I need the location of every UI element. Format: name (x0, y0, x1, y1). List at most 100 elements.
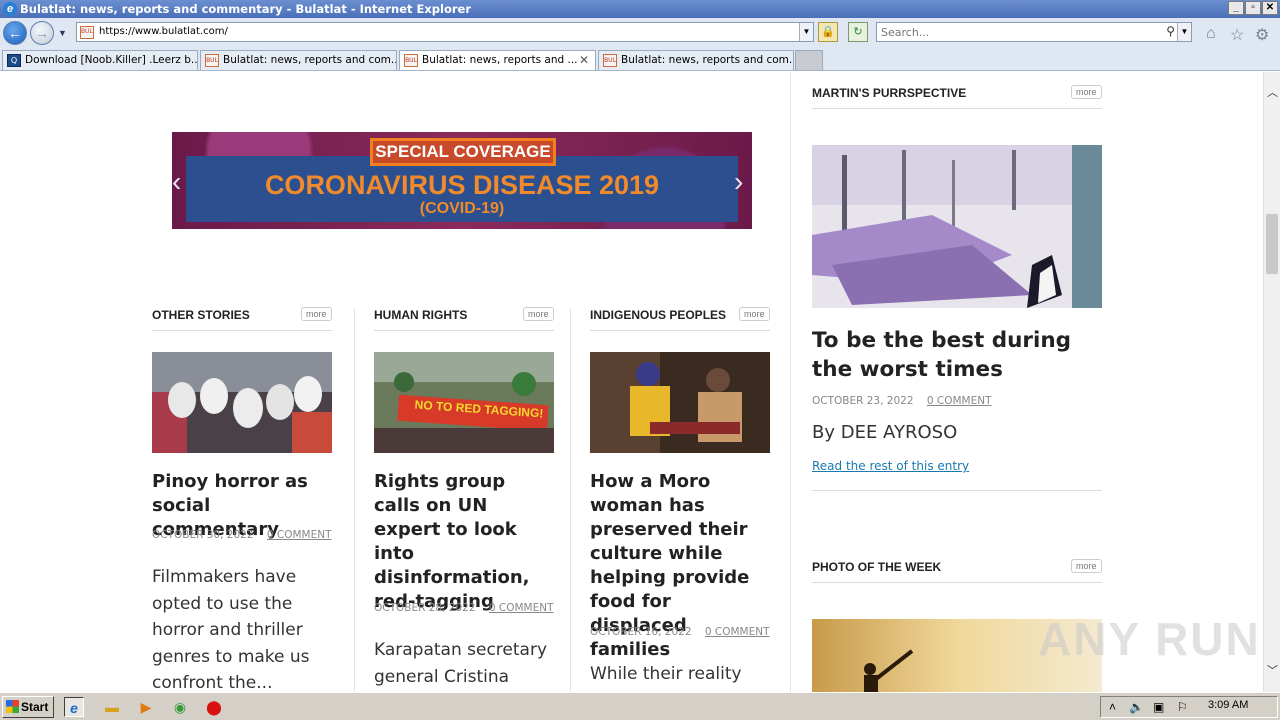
story-image-moro-woman[interactable] (590, 352, 770, 453)
restore-button[interactable]: ▫ (1245, 1, 1261, 15)
story-date: OCTOBER 30, 2022 (152, 529, 254, 541)
favorites-star-icon[interactable]: ☆ (1230, 25, 1244, 45)
story-excerpt: While their reality (590, 664, 742, 684)
tray-expand-icon[interactable]: ˄ (1109, 700, 1116, 714)
story-comments-link[interactable]: 0 COMMENT (267, 529, 332, 541)
tab-strip: Q Download [Noob.Killer] .Leerz b... BUL… (0, 48, 1280, 71)
refresh-icon[interactable]: ↻ (848, 22, 868, 42)
history-dropdown-icon[interactable]: ▼ (58, 28, 67, 38)
penguin-cartoon-image (812, 145, 1102, 308)
more-button[interactable]: more (1071, 559, 1102, 573)
section-rule (812, 582, 1102, 583)
taskbar-media-player-icon[interactable]: ▶ (136, 697, 156, 717)
story-date: OCTOBER 23, 2022 (812, 395, 914, 407)
forward-button[interactable]: → (30, 21, 54, 45)
more-button[interactable]: more (739, 307, 770, 321)
sidebar-divider (790, 72, 791, 692)
tab-label: Bulatlat: news, reports and com... (621, 54, 794, 66)
story-excerpt: Filmmakers have opted to use the horror … (152, 567, 310, 692)
url-text[interactable]: https://www.bulatlat.com/ (99, 26, 228, 37)
site-favicon-icon: BUL (603, 54, 617, 67)
action-center-flag-icon[interactable]: ⚐ (1177, 700, 1188, 714)
read-more-link[interactable]: Read the rest of this entry (812, 459, 969, 473)
more-button[interactable]: more (301, 307, 332, 321)
start-label: Start (21, 700, 49, 714)
story-meta: OCTOBER 30, 2022 0 COMMENT (152, 530, 332, 541)
story-image-horror[interactable] (152, 352, 332, 453)
story-date: OCTOBER 16, 2022 (590, 626, 692, 638)
scroll-down-icon[interactable]: ﹀ (1267, 662, 1278, 678)
story-comments-link[interactable]: 0 COMMENT (927, 395, 992, 407)
banner-prev-arrow-icon[interactable]: ‹ (172, 166, 181, 198)
story-image-protest[interactable]: NO TO RED TAGGING! (374, 352, 554, 453)
story-meta: OCTOBER 28, 2022 0 COMMENT (374, 603, 554, 614)
tab-label: Bulatlat: news, reports and ... (422, 54, 578, 66)
banner-headline: CORONAVIRUS DISEASE 2019 (264, 170, 660, 200)
taskbar-chrome-icon[interactable]: ◉ (170, 697, 190, 717)
back-button[interactable]: ← (3, 21, 27, 45)
story-date: OCTOBER 28, 2022 (374, 602, 476, 614)
taskbar-ie-icon[interactable]: e (64, 697, 84, 717)
settings-gear-icon[interactable]: ⚙ (1255, 25, 1269, 45)
weaving-women-image (590, 352, 770, 453)
covid-banner[interactable]: SPECIAL COVERAGE CORONAVIRUS DISEASE 201… (172, 132, 752, 229)
address-dropdown-icon[interactable]: ▼ (799, 23, 813, 41)
section-heading-human-rights: HUMAN RIGHTS (374, 308, 468, 322)
window-title: Bulatlat: news, reports and commentary -… (20, 2, 472, 16)
site-favicon-icon: BUL (80, 26, 94, 39)
clock[interactable]: 3:09 AM (1208, 699, 1248, 711)
section-rule (812, 490, 1102, 491)
system-tray: ˄ 🔈 ▣ ⚐ (1100, 696, 1278, 718)
new-tab-button[interactable] (795, 50, 823, 70)
scroll-thumb[interactable] (1266, 214, 1278, 274)
search-icon[interactable]: ⚲ (1166, 24, 1175, 38)
anyrun-watermark: ANY RUN (1038, 613, 1261, 665)
tab-bulatlat-1[interactable]: BUL Bulatlat: news, reports and com... (200, 50, 397, 70)
tab-download[interactable]: Q Download [Noob.Killer] .Leerz b... (2, 50, 198, 70)
banner-next-arrow-icon[interactable]: › (734, 166, 743, 198)
tab-label: Bulatlat: news, reports and com... (223, 54, 397, 66)
section-rule (590, 330, 770, 331)
lock-icon[interactable]: 🔒 (818, 22, 838, 42)
taskbar-opera-icon[interactable]: ⬤ (204, 697, 224, 717)
title-bar: e Bulatlat: news, reports and commentary… (0, 0, 1280, 18)
story-excerpt: Karapatan secretary general Cristina (374, 640, 548, 687)
tab-bulatlat-3[interactable]: BUL Bulatlat: news, reports and com... (598, 50, 794, 70)
home-icon[interactable]: ⌂ (1206, 25, 1216, 43)
section-heading-indigenous-peoples: INDIGENOUS PEOPLES (590, 308, 727, 322)
vertical-scrollbar[interactable]: ︿ ﹀ (1263, 72, 1280, 692)
section-rule (152, 330, 332, 331)
sidebar-byline: By DEE AYROSO (812, 422, 958, 443)
scroll-up-icon[interactable]: ︿ (1267, 84, 1278, 100)
column-divider (570, 308, 571, 692)
minimize-button[interactable]: _ (1228, 1, 1244, 15)
section-rule (812, 108, 1102, 109)
story-title[interactable]: Rights group calls on UN expert to look … (374, 470, 554, 614)
column-divider (354, 308, 355, 692)
close-button[interactable]: ✕ (1262, 1, 1278, 15)
network-icon[interactable]: ▣ (1153, 700, 1164, 714)
site-favicon-icon: BUL (404, 54, 418, 67)
ie-window: e Bulatlat: news, reports and commentary… (0, 0, 1280, 720)
volume-icon[interactable]: 🔈 (1129, 700, 1144, 714)
banner-tag: SPECIAL COVERAGE (370, 138, 556, 166)
section-heading-purrspective: MARTIN'S PURRSPECTIVE (812, 86, 967, 100)
search-box[interactable]: ⚲ ▼ (876, 22, 1192, 42)
sidebar-story-title[interactable]: To be the best during the worst times (812, 326, 1102, 384)
masked-people-image (152, 352, 332, 453)
more-button[interactable]: more (523, 307, 554, 321)
story-comments-link[interactable]: 0 COMMENT (489, 602, 554, 614)
taskbar-folder-icon[interactable]: ▬ (102, 697, 122, 717)
start-button[interactable]: Start (2, 696, 54, 718)
address-bar[interactable]: BUL https://www.bulatlat.com/ ▼ (76, 22, 814, 42)
tab-bulatlat-active[interactable]: BUL Bulatlat: news, reports and ... ✕ (399, 50, 596, 70)
story-comments-link[interactable]: 0 COMMENT (705, 626, 770, 638)
search-dropdown-icon[interactable]: ▼ (1177, 23, 1191, 41)
section-heading-other-stories: OTHER STORIES (152, 308, 250, 322)
search-input[interactable] (881, 25, 1151, 40)
section-heading-photo-of-the-week: PHOTO OF THE WEEK (812, 560, 942, 574)
tab-label: Download [Noob.Killer] .Leerz b... (25, 54, 198, 66)
more-button[interactable]: more (1071, 85, 1102, 99)
cartoon-image[interactable] (812, 145, 1102, 308)
close-tab-icon[interactable]: ✕ (579, 53, 589, 67)
